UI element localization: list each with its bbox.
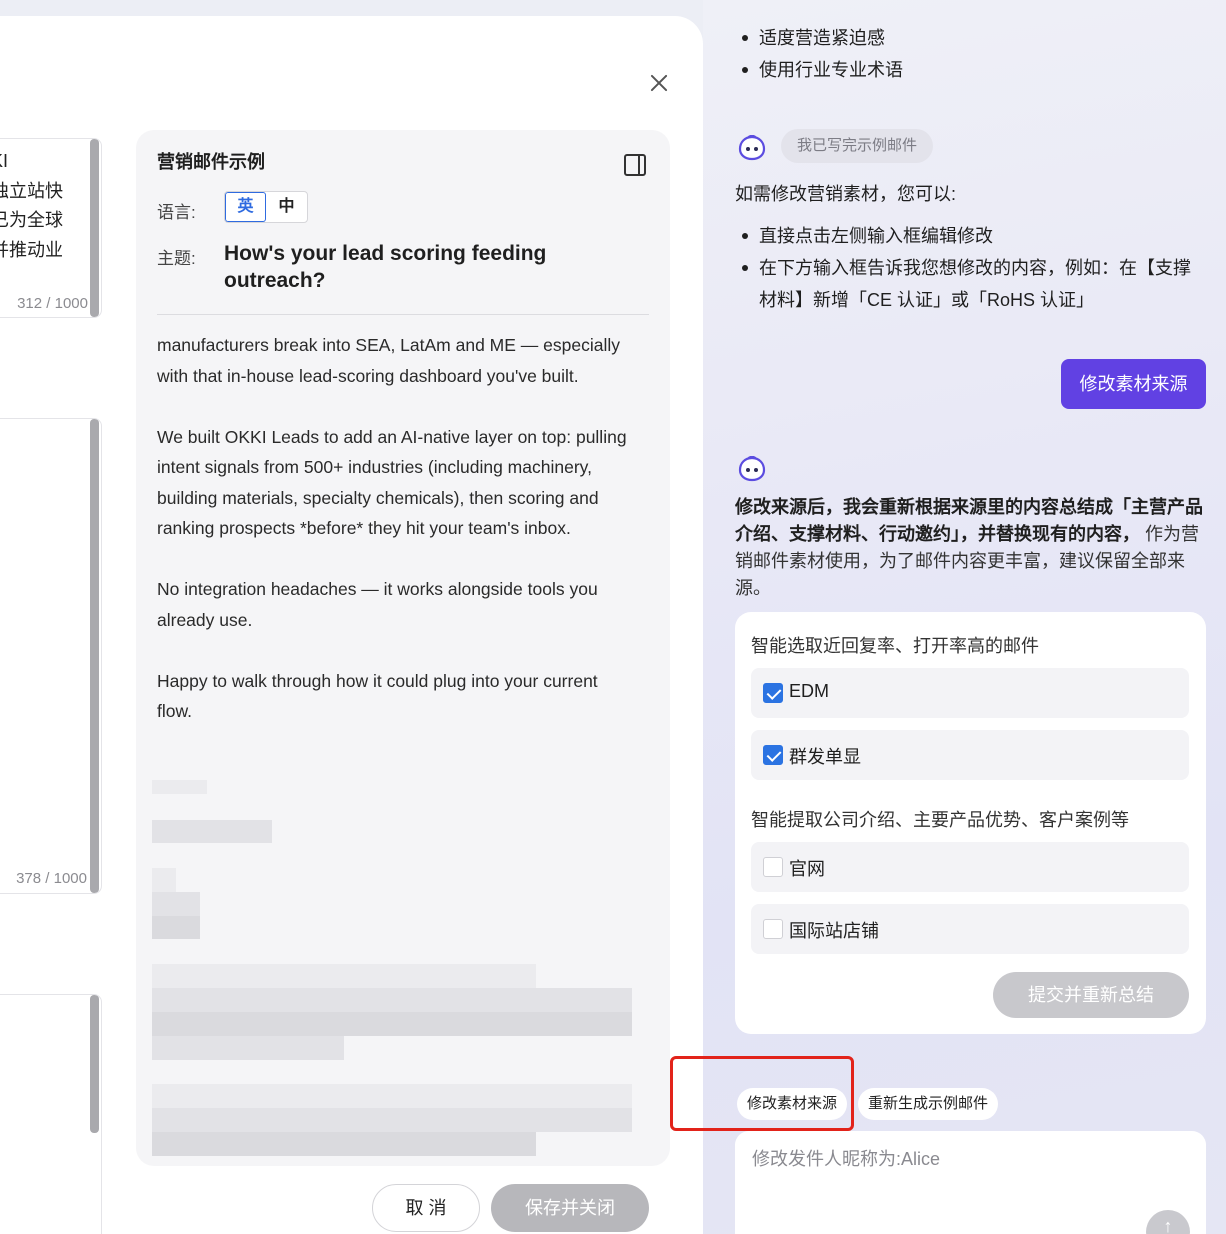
section-title-emails: 智能选取近回复率、打开率高的邮件 (751, 636, 1039, 656)
email-preview-card: 营销邮件示例 语言: 英 中 主题: How's your lead scori… (136, 130, 670, 1166)
source-info-text: 修改来源后，我会重新根据来源里的内容总结成「主营产品介绍、支撑材料、行动邀约」，… (735, 494, 1205, 602)
email-editor-modal: KI 独立站快 已为全球 并推动业 312 / 1000 378 / 1000 … (0, 16, 703, 1234)
checkbox-checked[interactable] (763, 745, 783, 765)
option-bulk-send[interactable]: 群发单显 (751, 730, 1189, 780)
panel-toggle-icon[interactable] (624, 154, 646, 176)
tip-item: 在下方输入框告诉我您想修改的内容，例如：在【支撑材料】新增「CE 认证」或「Ro… (742, 252, 1195, 316)
option-intl-store[interactable]: 国际站店铺 (751, 904, 1189, 954)
bot-avatar-icon (738, 456, 766, 482)
option-label: 群发单显 (789, 747, 861, 767)
lang-option-zh[interactable]: 中 (266, 192, 307, 222)
scrollbar[interactable] (90, 419, 99, 893)
language-label: 语言: (157, 203, 196, 222)
status-pill: 我已写完示例邮件 (781, 129, 934, 163)
bot-avatar-icon (738, 135, 766, 161)
source-info-bold: 修改来源后，我会重新根据来源里的内容总结成「主营产品介绍、支撑材料、行动邀约」，… (735, 497, 1203, 544)
source-card-3[interactable] (0, 994, 102, 1234)
source-card-1-footer: 312 / 1000 (0, 138, 102, 320)
option-website[interactable]: 官网 (751, 842, 1189, 892)
source-options-card: 智能选取近回复率、打开率高的邮件 EDM 群发单显 智能提取公司介绍、主要产品优… (735, 612, 1206, 1034)
source-card-2[interactable]: 378 / 1000 (0, 418, 102, 894)
chip-modify-source[interactable]: 修改素材来源 (737, 1088, 848, 1120)
checkbox-unchecked[interactable] (763, 857, 783, 877)
section-title-company: 智能提取公司介绍、主要产品优势、客户案例等 (751, 810, 1129, 830)
scrollbar[interactable] (90, 995, 99, 1133)
email-paragraph: Happy to walk through how it could plug … (157, 670, 598, 722)
modify-source-button[interactable]: 修改素材来源 (1061, 359, 1206, 409)
cancel-button[interactable]: 取 消 (372, 1184, 480, 1232)
chip-regenerate-email[interactable]: 重新生成示例邮件 (858, 1088, 999, 1120)
option-label: 国际站店铺 (789, 921, 879, 941)
char-count-1: 312 / 1000 (17, 295, 88, 312)
email-body[interactable]: manufacturers break into SEA, LatAm and … (157, 330, 632, 757)
tip-item: 直接点击左侧输入框编辑修改 (742, 220, 993, 252)
subject-label: 主题: (157, 249, 196, 268)
option-label: EDM (789, 681, 829, 701)
save-and-close-button[interactable]: 保存并关闭 (491, 1184, 649, 1232)
chat-input[interactable] (735, 1131, 1206, 1234)
language-toggle[interactable]: 英 中 (224, 191, 308, 223)
option-label: 官网 (789, 859, 825, 879)
close-icon[interactable] (648, 72, 670, 94)
option-edm[interactable]: EDM (751, 668, 1189, 718)
email-paragraph: We built OKKI Leads to add an AI-native … (157, 426, 627, 539)
email-paragraph: manufacturers break into SEA, LatAm and … (157, 335, 620, 386)
checkbox-checked[interactable] (763, 683, 783, 703)
email-subject[interactable]: How's your lead scoring feeding outreach… (224, 240, 644, 294)
bullet-item: 使用行业专业术语 (742, 54, 903, 86)
checkbox-unchecked[interactable] (763, 919, 783, 939)
email-paragraph: No integration headaches — it works alon… (157, 579, 598, 630)
submit-resummarize-button[interactable]: 提交并重新总结 (993, 972, 1189, 1018)
divider (157, 314, 649, 315)
char-count-2: 378 / 1000 (16, 870, 87, 887)
bullet-item: 适度营造紧迫感 (742, 22, 885, 54)
email-title: 营销邮件示例 (157, 152, 265, 172)
lang-option-en[interactable]: 英 (225, 192, 266, 222)
assistant-chat-panel: 适度营造紧迫感 使用行业专业术语 我已写完示例邮件 如需修改营销素材，您可以: … (703, 0, 1226, 1234)
intro-text: 如需修改营销素材，您可以: (735, 184, 956, 204)
